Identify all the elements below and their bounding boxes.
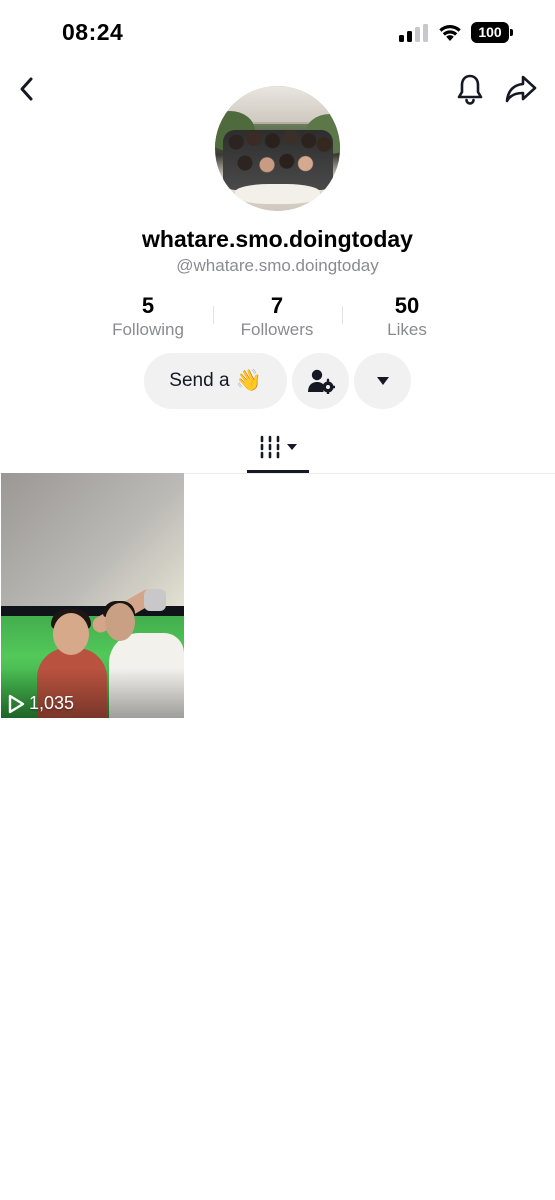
play-icon [8, 694, 25, 713]
profile-avatar[interactable] [215, 86, 340, 211]
following-label: Following [112, 320, 184, 339]
tab-videos[interactable] [247, 424, 309, 473]
dropdown-caret-icon [376, 377, 389, 385]
thumbnail-phone [144, 589, 166, 611]
back-button[interactable] [8, 70, 46, 108]
share-button[interactable] [500, 70, 542, 108]
profile-stats: 5 Following 7 Followers 50 Likes [0, 292, 555, 342]
videos-grid-icon [260, 435, 279, 459]
thumbnail-wall [1, 473, 184, 608]
following-count: 5 [141, 293, 155, 318]
stat-likes[interactable]: 50 Likes [342, 292, 472, 340]
cellular-signal-icon [399, 24, 429, 42]
stat-followers[interactable]: 7 Followers [212, 292, 342, 340]
send-wave-label: Send a [169, 370, 230, 391]
battery-icon: 100 [471, 22, 509, 43]
battery-cap [510, 29, 513, 36]
content-tab-bar [0, 424, 555, 474]
avatar-table [235, 184, 320, 204]
waving-hand-emoji: 👋 [235, 369, 262, 392]
status-bar: 08:24 100 [0, 0, 555, 66]
back-chevron-icon [20, 77, 33, 101]
profile-display-name: whatare.smo.doingtoday [142, 226, 413, 252]
send-wave-button[interactable]: Send a 👋 [144, 353, 287, 409]
status-time: 08:24 [62, 19, 124, 45]
dropdown-caret-icon [286, 444, 297, 450]
stat-following[interactable]: 5 Following [83, 292, 213, 340]
add-friend-settings-button[interactable] [292, 353, 349, 409]
likes-label: Likes [387, 320, 427, 339]
likes-count: 50 [394, 293, 420, 318]
avatar-group-photo [223, 130, 333, 190]
wifi-icon [439, 25, 461, 41]
video-view-count: 1,035 [7, 693, 74, 714]
profile-handle: @whatare.smo.doingtoday [176, 256, 379, 275]
video-thumbnail[interactable]: 1,035 [1, 473, 184, 718]
view-count-text: 1,035 [29, 693, 75, 713]
followers-count: 7 [270, 293, 284, 318]
add-friend-icon [307, 369, 335, 394]
followers-label: Followers [240, 320, 314, 339]
profile-screen: 08:24 100 whatare.smo.doingtoday @whatar… [0, 0, 555, 1200]
notification-bell-button[interactable] [451, 70, 489, 108]
thumbnail-person-face [53, 613, 89, 655]
bell-icon [457, 74, 483, 105]
thumbnail-person-face [105, 603, 135, 641]
share-arrow-icon [505, 75, 537, 103]
more-options-button[interactable] [354, 353, 411, 409]
